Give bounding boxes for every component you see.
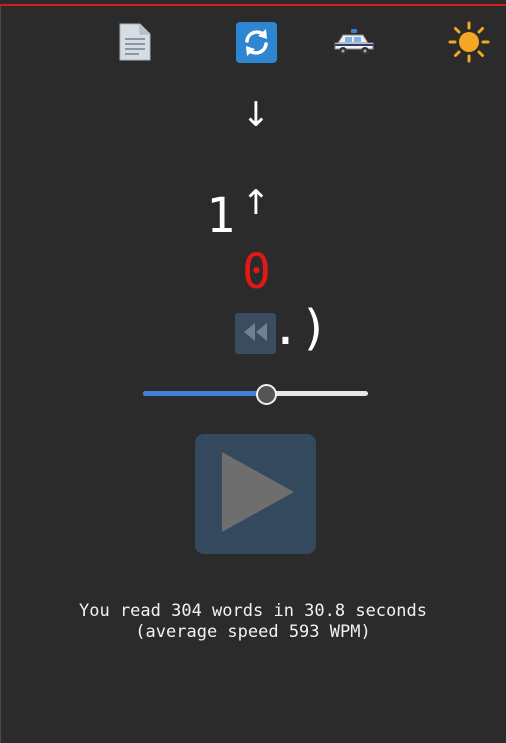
word-prefix: 1 — [206, 188, 235, 244]
word-suffix: .) — [271, 300, 329, 356]
focus-arrow-down: ↓ — [241, 95, 271, 135]
reload-button[interactable] — [235, 21, 277, 67]
slider-thumb[interactable] — [256, 384, 277, 405]
document-button[interactable] — [114, 23, 156, 65]
reload-icon — [235, 21, 277, 67]
word-focus-letter: 0 — [242, 244, 271, 300]
document-icon — [117, 22, 153, 66]
stats-summary: You read 304 words in 30.8 seconds — [79, 601, 427, 621]
police-car-icon — [333, 27, 375, 61]
speed-slider[interactable] — [143, 384, 368, 405]
sun-icon — [448, 21, 490, 67]
police-car-button[interactable] — [333, 23, 375, 65]
theme-toggle-button[interactable] — [448, 21, 490, 67]
rewind-icon — [242, 320, 270, 348]
play-button[interactable] — [195, 434, 316, 554]
slider-fill — [143, 391, 266, 396]
play-icon — [216, 452, 296, 536]
focus-arrow-up: ↑ — [241, 183, 271, 223]
rewind-button[interactable] — [235, 313, 276, 354]
top-accent-line — [0, 4, 506, 6]
reading-stats: You read 304 words in 30.8 seconds (aver… — [0, 601, 506, 643]
stats-average-speed: (average speed 593 WPM) — [135, 622, 371, 642]
